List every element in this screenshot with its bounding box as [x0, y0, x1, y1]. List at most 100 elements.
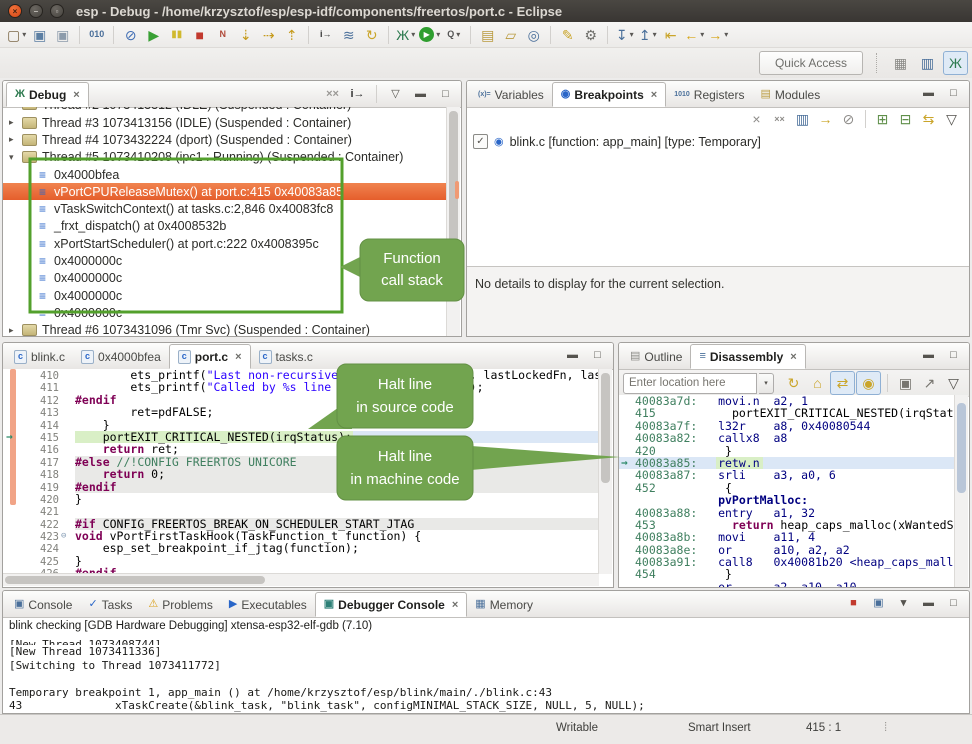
tree-expand-icon[interactable]: ▾: [9, 152, 22, 163]
dropdown-caret-icon[interactable]: ▾: [436, 30, 440, 39]
next-annotation-icon[interactable]: ↧▾: [613, 24, 636, 46]
breakpoint-checkbox[interactable]: ✓: [473, 134, 488, 149]
dropdown-caret-icon[interactable]: ▾: [630, 30, 634, 39]
debug-scrollbar[interactable]: [446, 107, 460, 336]
fold-collapse-icon[interactable]: ⊖: [61, 530, 66, 542]
pin-view-icon[interactable]: ↗: [918, 372, 941, 394]
suspend-icon[interactable]: ▮▮: [165, 24, 188, 46]
tree-expand-icon[interactable]: ▸: [9, 134, 22, 145]
source-code-area[interactable]: 410 ets_printf("Last non-recursive lock …: [3, 369, 599, 574]
disassembly-scrollbar[interactable]: [954, 395, 968, 587]
tree-expand-icon[interactable]: ▸: [9, 117, 22, 128]
remove-all-breakpoints-icon[interactable]: ××: [768, 108, 791, 130]
editor-horizontal-scrollbar[interactable]: [3, 573, 599, 586]
open-element-icon[interactable]: ▱: [499, 24, 522, 46]
minimize-icon[interactable]: ▬: [917, 347, 940, 364]
cpp-perspective-icon[interactable]: ▥: [916, 52, 939, 74]
console-tab-debugger-console[interactable]: ▣Debugger Console×: [315, 592, 468, 617]
run-icon[interactable]: ▶▾: [417, 24, 442, 46]
editor-vertical-scrollbar[interactable]: [598, 369, 612, 574]
view-menu-icon[interactable]: ▽: [940, 108, 963, 130]
stack-frame-row[interactable]: ≡0x4000000c: [3, 270, 448, 287]
external-tools-icon[interactable]: ⚙: [579, 24, 602, 46]
profile-icon[interactable]: Q▾: [442, 24, 465, 46]
tree-expand-icon[interactable]: ▸: [9, 107, 22, 109]
new-wizard-icon[interactable]: ▢▾: [5, 24, 28, 46]
stack-frame-row[interactable]: ≡_frxt_dispatch() at 0x4008532b: [3, 218, 448, 235]
bp-tab-registers[interactable]: 1010Registers: [666, 82, 752, 107]
location-dropdown-icon[interactable]: ▾: [759, 373, 774, 394]
close-window-icon[interactable]: ×: [8, 4, 22, 18]
terminate-icon[interactable]: ■: [842, 595, 865, 612]
console-tab-executables[interactable]: ▶Executables: [221, 592, 315, 617]
resume-icon[interactable]: ▶: [142, 24, 165, 46]
minimize-icon[interactable]: ▬: [917, 85, 940, 102]
close-tab-icon[interactable]: ×: [73, 89, 79, 101]
dropdown-caret-icon[interactable]: ▾: [456, 30, 460, 39]
quick-access-button[interactable]: Quick Access: [759, 51, 863, 75]
open-new-view-icon[interactable]: ▣: [894, 372, 917, 394]
console-output[interactable]: [New Thread 1073408744][New Thread 10734…: [3, 638, 969, 713]
stack-frame-row[interactable]: ≡vTaskSwitchContext() at tasks.c:2,846 0…: [3, 200, 448, 217]
minimize-icon[interactable]: ▬: [917, 595, 940, 612]
dropdown-caret-icon[interactable]: ▾: [411, 30, 415, 39]
instruction-stepping-icon[interactable]: i→: [314, 24, 337, 46]
new-cpp-project-icon[interactable]: ▤: [476, 24, 499, 46]
step-into-icon[interactable]: ⇣: [234, 24, 257, 46]
maximize-icon[interactable]: □: [942, 85, 965, 102]
restart-icon[interactable]: ↻: [360, 24, 383, 46]
stack-frame-row[interactable]: ≡vPortCPUReleaseMutex() at port.c:415 0x…: [3, 183, 448, 200]
bp-tab-modules[interactable]: ▤Modules: [752, 82, 828, 107]
maximize-icon[interactable]: □: [434, 86, 457, 103]
debug-thread-row[interactable]: ▸Thread #3 1073413156 (IDLE) (Suspended …: [3, 114, 448, 131]
dropdown-caret-icon[interactable]: ▾: [22, 30, 26, 39]
debug-thread-row[interactable]: ▸Thread #4 1073432224 (dport) (Suspended…: [3, 131, 448, 148]
expand-all-icon[interactable]: ⊞: [871, 108, 894, 130]
open-task-icon[interactable]: ✎: [556, 24, 579, 46]
console-display-caret-icon[interactable]: ▾: [892, 595, 915, 612]
minimize-icon[interactable]: ▬: [561, 347, 584, 364]
remove-breakpoint-icon[interactable]: ×: [745, 108, 768, 130]
bp-tab-breakpoints[interactable]: ◉Breakpoints×: [552, 82, 666, 107]
debug-tab-debug[interactable]: ЖDebug×: [6, 82, 89, 107]
minimize-icon[interactable]: ▬: [409, 86, 432, 103]
use-step-filters-icon[interactable]: ≋: [337, 24, 360, 46]
editor-tab-0x4000bfea[interactable]: c0x4000bfea: [73, 344, 169, 369]
back-icon[interactable]: ←▾: [682, 24, 706, 46]
console-tab-console[interactable]: ▣Console: [6, 592, 80, 617]
save-icon[interactable]: ▣: [28, 24, 51, 46]
disasm-tab-outline[interactable]: ▤Outline: [622, 344, 690, 369]
stack-frame-row[interactable]: ≡xPortStartScheduler() at port.c:222 0x4…: [3, 235, 448, 252]
debug-icon[interactable]: Ж▾: [394, 24, 417, 46]
editor-tab-port-c[interactable]: cport.c×: [169, 344, 251, 369]
terminate-icon[interactable]: ■: [188, 24, 211, 46]
source-line[interactable]: 424 esp_set_breakpoint_if_jtag(function)…: [3, 542, 599, 554]
disconnect-icon[interactable]: N: [211, 24, 234, 46]
close-tab-icon[interactable]: ×: [790, 351, 796, 363]
editor-tab-tasks-c[interactable]: ctasks.c: [251, 344, 321, 369]
disassembly-row[interactable]: or a2, a10, a10: [619, 581, 956, 587]
maximize-icon[interactable]: □: [942, 347, 965, 364]
stack-frame-row[interactable]: ≡0x4000bfea: [3, 166, 448, 183]
disasm-tab-disassembly[interactable]: ≡Disassembly×: [690, 344, 805, 369]
console-tab-memory[interactable]: ▦Memory: [467, 592, 541, 617]
remove-all-terminated-icon[interactable]: ××: [321, 86, 344, 103]
open-perspective-icon[interactable]: ▦: [889, 52, 912, 74]
dropdown-caret-icon[interactable]: ▾: [724, 30, 728, 39]
minimize-window-icon[interactable]: –: [29, 4, 43, 18]
breakpoint-list-item[interactable]: ✓ ◉ blink.c [function: app_main] [type: …: [467, 130, 969, 153]
step-over-icon[interactable]: ⇢: [257, 24, 280, 46]
track-expression-icon[interactable]: ◉: [856, 371, 881, 395]
show-breakpoints-for-selected-icon[interactable]: ▥: [791, 108, 814, 130]
maximize-icon[interactable]: □: [586, 347, 609, 364]
sync-with-active-context-icon[interactable]: ⇄: [830, 371, 855, 395]
stack-frame-row[interactable]: ≡0x4000000c: [3, 287, 448, 304]
disassembly-row[interactable]: 454 }: [619, 568, 956, 580]
link-with-debug-view-icon[interactable]: ⇆: [917, 108, 940, 130]
debug-thread-row[interactable]: ▸Thread #6 1073431096 (Tmr Svc) (Suspend…: [3, 322, 448, 336]
dropdown-caret-icon[interactable]: ▾: [653, 30, 657, 39]
home-icon[interactable]: ⌂: [806, 372, 829, 394]
view-menu-icon[interactable]: ▽: [384, 86, 407, 103]
editor-tab-blink-c[interactable]: cblink.c: [6, 344, 73, 369]
tree-expand-icon[interactable]: ▸: [9, 325, 22, 336]
